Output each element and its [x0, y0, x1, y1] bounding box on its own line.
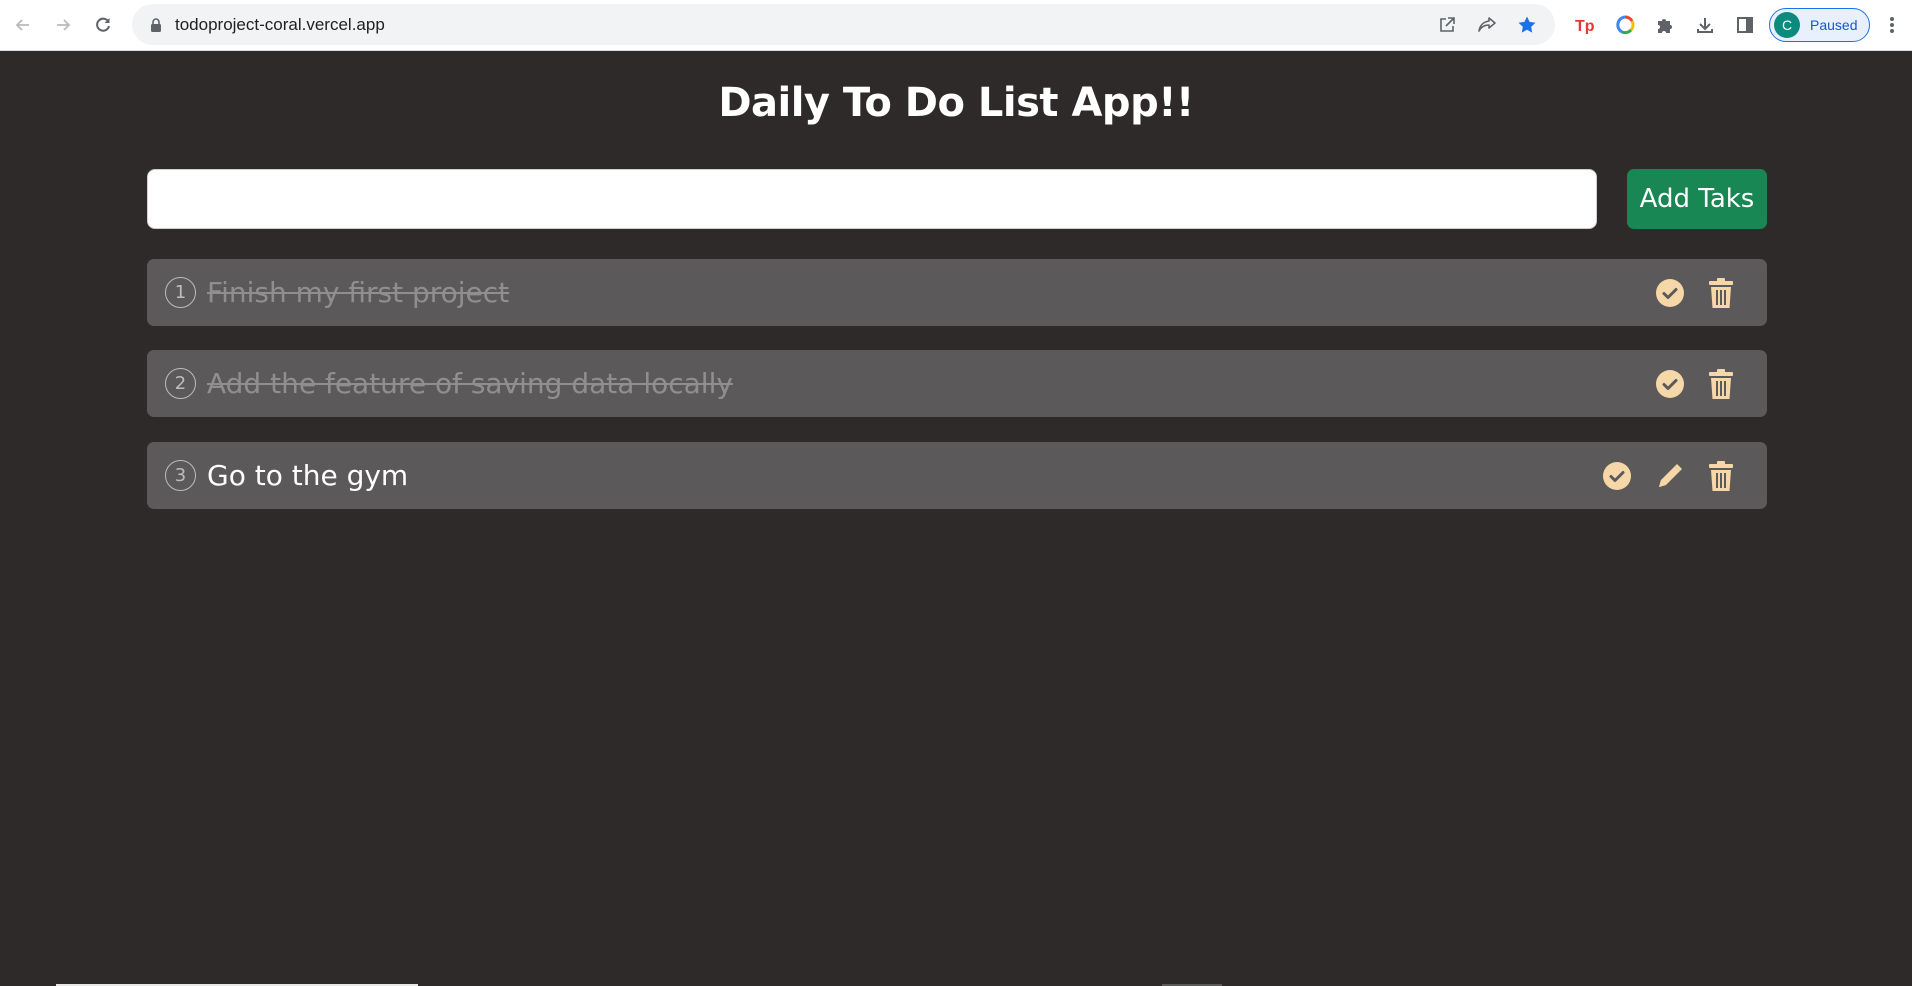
avatar: C	[1774, 11, 1800, 38]
task-row: 3 Go to the gym	[147, 442, 1767, 509]
arrow-left-icon	[15, 19, 29, 31]
check-button[interactable]	[1648, 271, 1692, 315]
task-number: 1	[165, 277, 196, 308]
pencil-icon	[1659, 463, 1682, 487]
back-button[interactable]	[3, 5, 43, 45]
check-circle-icon	[1656, 278, 1684, 307]
color-extension-icon[interactable]	[1605, 5, 1645, 45]
check-button[interactable]	[1648, 362, 1692, 406]
browser-toolbar: todoproject-coral.vercel.app Tp C Paused	[0, 0, 1912, 51]
page-title: Daily To Do List App!!	[718, 80, 1194, 126]
address-bar[interactable]: todoproject-coral.vercel.app	[132, 4, 1555, 45]
delete-button[interactable]	[1699, 271, 1743, 315]
add-task-button[interactable]: Add Taks	[1627, 169, 1767, 229]
reload-button[interactable]	[83, 5, 123, 45]
task-row: 2 Add the feature of saving data locally	[147, 350, 1767, 417]
task-text: Add the feature of saving data locally	[207, 367, 733, 400]
extensions-area: Tp C Paused	[1565, 4, 1870, 45]
tp-extension-icon[interactable]: Tp	[1565, 5, 1605, 45]
url-text[interactable]: todoproject-coral.vercel.app	[175, 15, 385, 35]
task-input[interactable]	[147, 169, 1597, 229]
open-in-app-icon[interactable]	[1427, 5, 1467, 45]
more-vert-icon	[1890, 16, 1894, 33]
delete-button[interactable]	[1699, 362, 1743, 406]
task-number: 2	[165, 368, 196, 399]
task-row: 1 Finish my first project	[147, 259, 1767, 326]
check-circle-icon	[1656, 369, 1684, 398]
sidepanel-icon[interactable]	[1725, 5, 1765, 45]
check-circle-icon	[1603, 461, 1631, 490]
task-text: Go to the gym	[207, 459, 409, 492]
browser-menu-button[interactable]	[1872, 4, 1912, 45]
task-number: 3	[165, 460, 196, 491]
profile-button[interactable]: C Paused	[1769, 7, 1870, 42]
check-button[interactable]	[1595, 454, 1639, 498]
share-icon[interactable]	[1467, 5, 1507, 45]
svg-text:Tp: Tp	[1575, 18, 1595, 34]
arrow-right-icon	[57, 19, 71, 31]
forward-button[interactable]	[43, 5, 83, 45]
profile-status: Paused	[1810, 16, 1858, 33]
task-list: 1 Finish my first project 2 Add the feat…	[147, 259, 1767, 533]
trash-icon	[1709, 277, 1733, 308]
trash-icon	[1709, 460, 1733, 491]
reload-icon	[96, 17, 110, 32]
bookmark-star-icon[interactable]	[1507, 5, 1547, 45]
edit-button[interactable]	[1648, 454, 1692, 498]
puzzle-icon[interactable]	[1645, 5, 1685, 45]
lock-icon	[148, 17, 164, 33]
delete-button[interactable]	[1699, 454, 1743, 498]
task-text: Finish my first project	[207, 276, 510, 309]
trash-icon	[1709, 368, 1733, 399]
download-icon[interactable]	[1685, 5, 1725, 45]
